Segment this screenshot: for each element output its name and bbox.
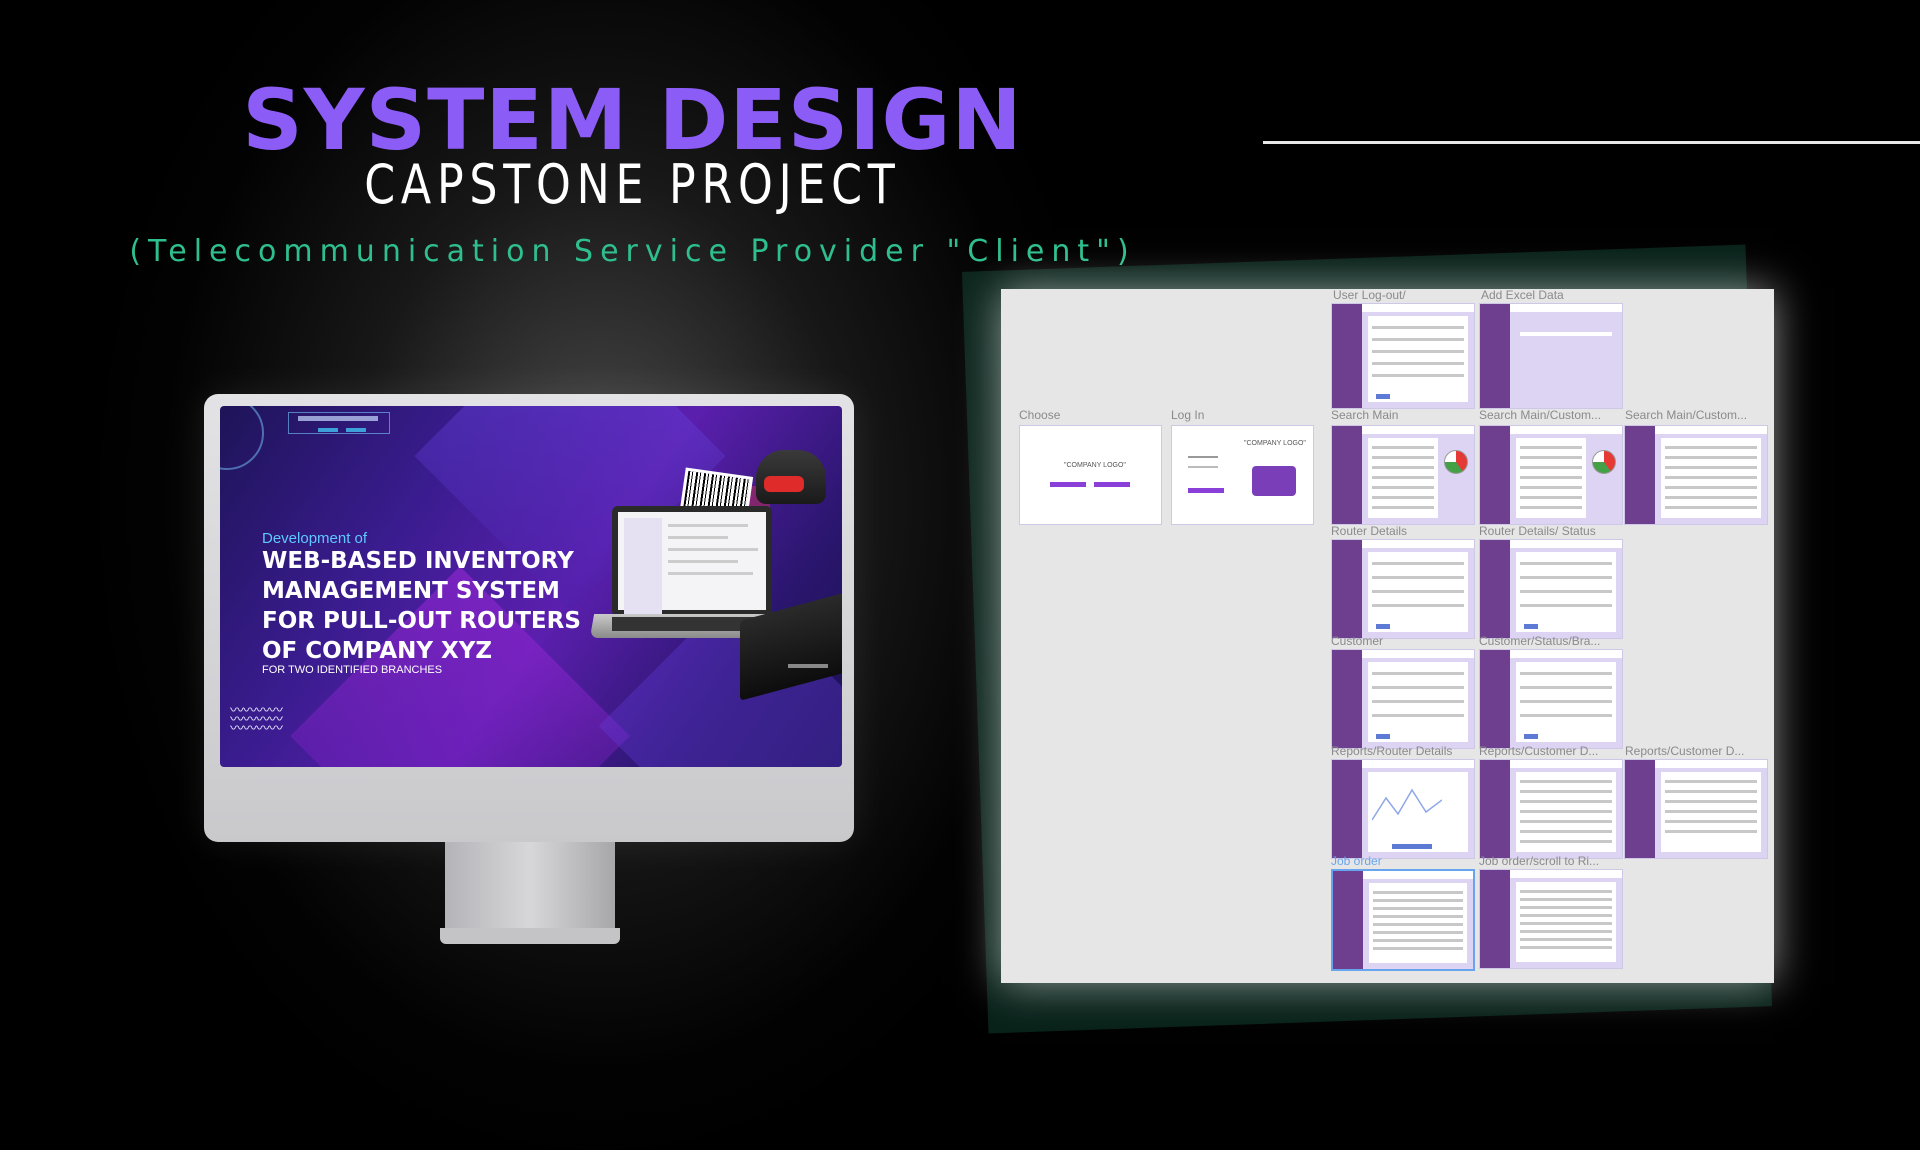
frame-job-order[interactable] xyxy=(1331,869,1475,971)
scanner-light xyxy=(764,476,804,492)
monitor-stand-base xyxy=(440,928,620,944)
frame-reports-customer-details[interactable] xyxy=(1479,759,1623,859)
frame-label: Job order xyxy=(1331,854,1382,868)
zigzag-decoration: 〰〰〰〰 〰〰〰〰 〰〰〰〰 xyxy=(230,702,283,736)
divider-line xyxy=(1263,141,1920,144)
frame-label: Router Details/ Status xyxy=(1479,524,1596,538)
frame-add-excel-data[interactable] xyxy=(1479,303,1623,409)
frame-label: Job order/scroll to Ri... xyxy=(1479,854,1600,868)
frame-label: Reports/Customer D... xyxy=(1479,744,1599,758)
headline-line: FOR PULL-OUT ROUTERS xyxy=(262,608,581,634)
frame-label: Search Main/Custom... xyxy=(1479,408,1602,422)
headline-line: WEB-BASED INVENTORY xyxy=(262,548,574,574)
screen-subline: FOR TWO IDENTIFIED BRANCHES xyxy=(262,664,443,676)
frame-label: Reports/Customer D... xyxy=(1625,744,1745,758)
hud-bar-decoration xyxy=(346,428,366,432)
frame-reports-router-details[interactable] xyxy=(1331,759,1475,859)
page-subtitle: CAPSTONE PROJECT xyxy=(364,153,901,216)
line-chart-thumbnail xyxy=(1372,788,1442,821)
frame-login[interactable]: "COMPANY LOGO" xyxy=(1171,425,1314,525)
client-caption: (Telecommunication Service Provider "Cli… xyxy=(129,234,1136,269)
frame-search-main-custom[interactable] xyxy=(1479,425,1623,525)
design-board: User Log-out/ Add Excel Data Choose "COM… xyxy=(1001,288,1774,983)
frame-router-details-status[interactable] xyxy=(1479,539,1623,639)
frame-search-main[interactable] xyxy=(1331,425,1475,525)
frame-reports-customer-details-2[interactable] xyxy=(1624,759,1768,859)
headline-line: OF COMPANY XYZ xyxy=(262,638,493,664)
screen-headline: WEB-BASED INVENTORY MANAGEMENT SYSTEM FO… xyxy=(262,546,602,666)
monitor-screen: Development of WEB-BASED INVENTORY MANAG… xyxy=(220,406,842,767)
frame-customer[interactable] xyxy=(1331,649,1475,749)
monitor-mockup: Development of WEB-BASED INVENTORY MANAG… xyxy=(204,394,854,842)
monitor-stand xyxy=(445,842,615,932)
frame-job-order-scroll[interactable] xyxy=(1479,869,1623,969)
frame-label: Log In xyxy=(1171,408,1205,422)
frame-customer-status-branch[interactable] xyxy=(1479,649,1623,749)
frame-label: Router Details xyxy=(1331,524,1408,538)
screen-development-of: Development of xyxy=(262,530,368,547)
frame-label: Add Excel Data xyxy=(1481,288,1564,302)
frame-label: Customer/Status/Bra... xyxy=(1479,634,1601,648)
frame-search-main-custom-2[interactable] xyxy=(1624,425,1768,525)
frame-user-logout[interactable] xyxy=(1331,303,1475,409)
hud-bar-decoration xyxy=(298,416,378,421)
frame-label: Customer xyxy=(1331,634,1384,648)
router-leds xyxy=(788,664,828,668)
hud-bar-decoration xyxy=(318,428,338,432)
frame-label: Search Main/Custom... xyxy=(1625,408,1748,422)
frame-label: Search Main xyxy=(1331,408,1399,422)
hud-ring-decoration xyxy=(220,406,264,470)
frame-label: Reports/Router Details xyxy=(1331,744,1453,758)
frame-label: Choose xyxy=(1019,408,1061,422)
frame-router-details[interactable] xyxy=(1331,539,1475,639)
frame-choose[interactable]: "COMPANY LOGO" xyxy=(1019,425,1162,525)
headline-line: MANAGEMENT SYSTEM xyxy=(262,578,560,604)
monitor-chin xyxy=(204,780,854,842)
laptop-image xyxy=(612,506,772,616)
frame-label: User Log-out/ xyxy=(1333,288,1406,302)
